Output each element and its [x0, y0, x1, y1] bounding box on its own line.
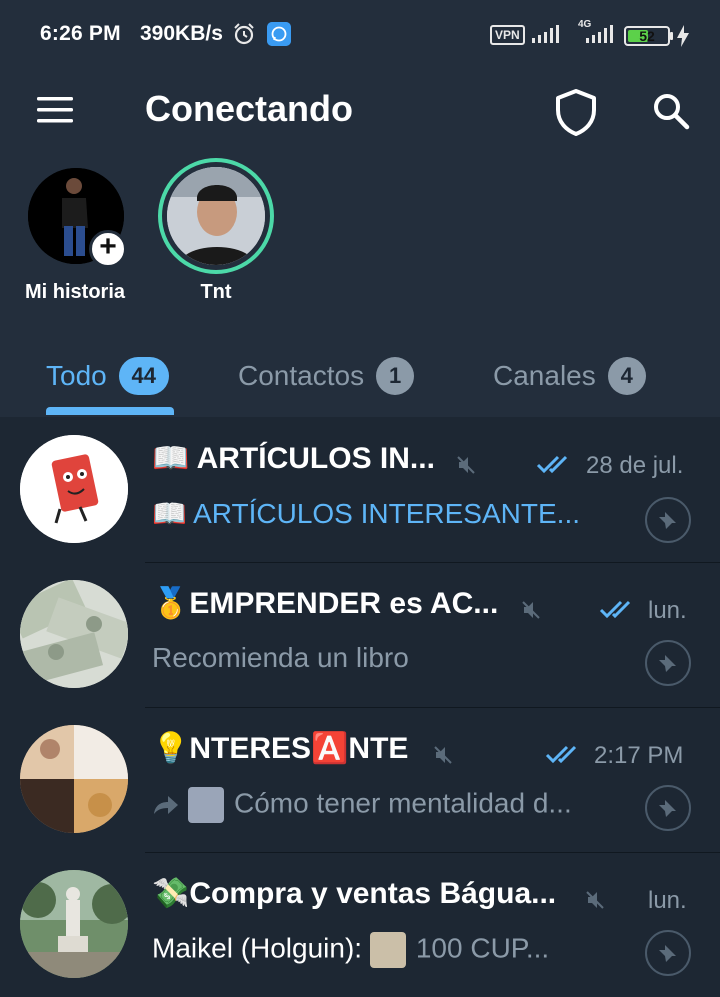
- forward-icon: [154, 796, 178, 814]
- battery-tip: [670, 32, 673, 40]
- chat-title-text: NTERES: [189, 732, 312, 765]
- chat-title: 📖 ARTÍCULOS IN...: [152, 441, 435, 476]
- pin-icon[interactable]: [645, 930, 691, 976]
- tab-label: Todo: [46, 360, 107, 391]
- chat-title: 💡NTERES🅰️NTE: [152, 731, 408, 766]
- chat-preview: Maikel (Holguin): 100 CUP...: [152, 932, 549, 968]
- alarm-icon: [234, 23, 254, 45]
- status-time: 6:26 PM: [40, 22, 121, 45]
- mute-icon: [457, 456, 475, 474]
- add-story-button[interactable]: +: [89, 230, 127, 268]
- status-bar: 6:26 PM 390KB/s VPN 4G 52: [0, 0, 720, 70]
- chat-avatar: [20, 725, 128, 833]
- search-icon[interactable]: [652, 92, 690, 130]
- mute-icon: [586, 891, 604, 909]
- tab-contactos[interactable]: Contactos 1: [238, 356, 415, 396]
- active-tab-indicator: [46, 407, 174, 415]
- mute-icon: [522, 601, 540, 619]
- chat-time: lun.: [648, 887, 687, 914]
- battery-icon: 52: [624, 26, 670, 46]
- preview-text: Recomienda un libro: [152, 642, 409, 673]
- chat-avatar: [20, 580, 128, 688]
- chat-avatar: [20, 435, 128, 543]
- chat-preview: 📖 ARTÍCULOS INTERESANTE...: [152, 497, 580, 530]
- messenger-app-icon: [267, 22, 291, 46]
- tnt-avatar[interactable]: [167, 167, 265, 265]
- double-check-icon: [545, 745, 577, 764]
- pin-icon[interactable]: [645, 640, 691, 686]
- pin-icon[interactable]: [645, 785, 691, 831]
- chat-time: 2:17 PM: [594, 742, 684, 769]
- chat-row[interactable]: 📖 ARTÍCULOS IN... 28 de jul. 📖 ARTÍCULOS…: [0, 417, 720, 562]
- chat-title-emoji: 💸: [152, 877, 190, 910]
- preview-text: Cómo tener mentalidad d...: [234, 787, 572, 819]
- chat-title-text: Compra y ventas Bágua...: [189, 877, 557, 910]
- media-thumbnail: [188, 787, 224, 823]
- menu-icon[interactable]: [37, 96, 73, 124]
- chat-time: 28 de jul.: [586, 452, 684, 479]
- battery-percentage: 52: [639, 28, 655, 44]
- chat-title: 🥇EMPRENDER es AC...: [152, 586, 498, 621]
- chat-row[interactable]: 💡NTERES🅰️NTE 2:17 PM Cómo tener mentalid…: [0, 707, 720, 852]
- banknotes-icon: [20, 580, 128, 688]
- title-a-badge: 🅰️: [311, 732, 349, 765]
- double-check-icon: [599, 600, 631, 619]
- preview-text: 100 CUP...: [415, 932, 550, 964]
- app-title: Conectando: [145, 88, 354, 129]
- chat-row[interactable]: 💸Compra y ventas Bágua... lun. Maikel (H…: [0, 852, 720, 997]
- chat-title: 💸Compra y ventas Bágua...: [152, 876, 556, 911]
- chat-title-emoji: 🥇: [152, 587, 190, 620]
- media-thumbnail: [369, 932, 406, 968]
- chat-time: lun.: [648, 597, 687, 624]
- person-portrait-icon: [167, 167, 265, 265]
- double-check-icon: [536, 455, 568, 474]
- preview-sender: Maikel (Holguin):: [152, 932, 363, 964]
- chat-row[interactable]: 🥇EMPRENDER es AC... lun. Recomienda un l…: [0, 562, 720, 707]
- tab-count-badge: 44: [118, 357, 169, 395]
- wifi-signal-icon: [532, 25, 559, 43]
- statue-park-icon: [20, 870, 128, 978]
- collage-image-icon: [20, 725, 128, 833]
- cell-signal-icon: [586, 25, 613, 43]
- chat-title-text: NTE: [348, 732, 409, 765]
- chat-preview: Recomienda un libro: [152, 642, 409, 674]
- chat-title-emoji: 📖: [152, 442, 190, 475]
- tab-label: Contactos: [238, 360, 365, 391]
- tab-count-badge: 1: [376, 357, 415, 395]
- tab-label: Canales: [493, 360, 596, 391]
- chat-title-text: EMPRENDER es AC...: [189, 587, 499, 620]
- mute-icon: [434, 746, 452, 764]
- network-speed: 390KB/s: [140, 22, 223, 45]
- pin-icon[interactable]: [645, 497, 691, 543]
- vpn-indicator: VPN: [490, 25, 525, 45]
- chat-title-text: ARTÍCULOS IN...: [196, 442, 435, 475]
- story-label-my-story: Mi historia: [24, 281, 125, 303]
- tab-count-badge: 4: [607, 357, 646, 395]
- preview-text: ARTÍCULOS INTERESANTE...: [193, 498, 580, 529]
- book-mascot-icon: [20, 435, 128, 543]
- charging-bolt-icon: [677, 25, 689, 47]
- preview-emoji: 📖: [152, 498, 187, 529]
- chat-preview: Cómo tener mentalidad d...: [152, 787, 572, 823]
- chat-avatar: [20, 870, 128, 978]
- chat-title-emoji: 💡: [152, 732, 190, 765]
- shield-icon[interactable]: [554, 88, 598, 136]
- tab-todo[interactable]: Todo 44: [46, 356, 169, 396]
- tab-canales[interactable]: Canales 4: [493, 356, 646, 396]
- story-label-tnt: Tnt: [200, 281, 232, 303]
